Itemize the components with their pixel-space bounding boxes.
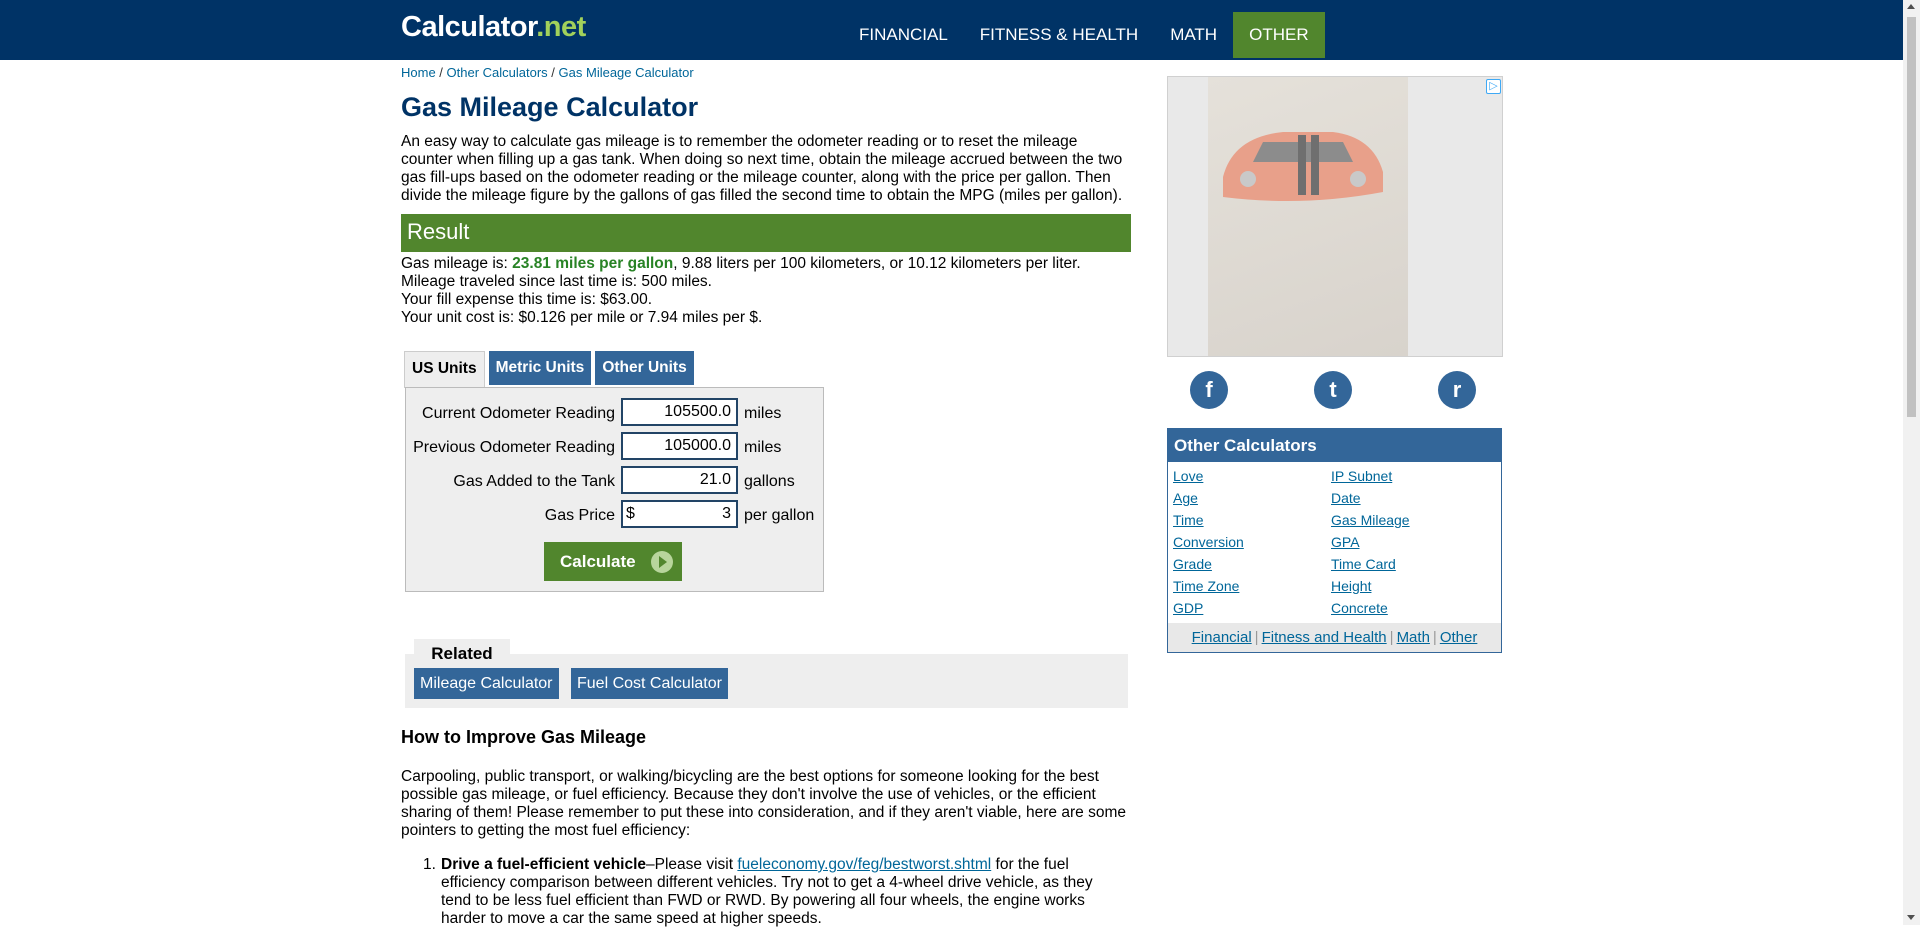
footer-link-financial[interactable]: Financial bbox=[1192, 629, 1252, 646]
advertisement[interactable]: ▷ bbox=[1167, 76, 1503, 357]
breadcrumb: Home / Other Calculators / Gas Mileage C… bbox=[401, 65, 1131, 80]
nav-fitness-health[interactable]: FITNESS & HEALTH bbox=[964, 12, 1154, 58]
current-odometer-label: Current Odometer Reading bbox=[422, 405, 615, 422]
result-line-distance: Mileage traveled since last time is: 500… bbox=[401, 273, 712, 290]
gas-added-label: Gas Added to the Tank bbox=[453, 473, 615, 490]
current-odometer-unit: miles bbox=[744, 405, 782, 422]
list-item-heading: Drive a fuel-efficient vehicle bbox=[441, 856, 647, 873]
oc-link-gas-mileage[interactable]: Gas Mileage bbox=[1331, 512, 1410, 528]
oc-link-time[interactable]: Time bbox=[1173, 512, 1204, 528]
oc-link-age[interactable]: Age bbox=[1173, 490, 1198, 506]
footer-separator: | bbox=[1432, 629, 1437, 646]
gas-added-unit: gallons bbox=[744, 473, 795, 490]
oc-link-gpa[interactable]: GPA bbox=[1331, 534, 1360, 550]
breadcrumb-other-calculators[interactable]: Other Calculators bbox=[447, 65, 548, 80]
dollar-prefix: $ bbox=[626, 505, 635, 522]
improve-intro: Carpooling, public transport, or walking… bbox=[401, 768, 1126, 839]
nav-math[interactable]: MATH bbox=[1154, 12, 1233, 58]
site-logo[interactable]: Calculator.net bbox=[401, 11, 586, 44]
oc-link-date[interactable]: Date bbox=[1331, 490, 1361, 506]
form-row-gas-added: Gas Added to the Tank 21.0 gallons bbox=[406, 465, 823, 499]
form-row-current: Current Odometer Reading 105500.0 miles bbox=[406, 397, 823, 431]
oc-link-grade[interactable]: Grade bbox=[1173, 556, 1212, 572]
fueleconomy-link[interactable]: fueleconomy.gov/feg/bestworst.shtml bbox=[737, 856, 991, 873]
unit-tabs: US Units Metric Units Other Units bbox=[404, 351, 698, 388]
oc-link-ip-subnet[interactable]: IP Subnet bbox=[1331, 468, 1392, 484]
result-line-unit-cost: Your unit cost is: $0.126 per mile or 7.… bbox=[401, 309, 763, 326]
page-scrollbar[interactable] bbox=[1903, 0, 1920, 925]
oc-link-conversion[interactable]: Conversion bbox=[1173, 534, 1244, 550]
nav-financial[interactable]: FINANCIAL bbox=[843, 12, 964, 58]
calculate-button[interactable]: Calculate bbox=[544, 542, 682, 581]
gas-price-value: 3 bbox=[722, 505, 731, 522]
main-nav: FINANCIAL FITNESS & HEALTH MATH OTHER bbox=[843, 12, 1325, 58]
adchoices-icon[interactable]: ▷ bbox=[1486, 79, 1501, 94]
result-body: Gas mileage is: 23.81 miles per gallon, … bbox=[401, 255, 1131, 327]
list-item: Drive a fuel-efficient vehicle–Please vi… bbox=[441, 856, 1093, 927]
other-calculators-footer: Financial | Fitness and Health | Math | Other bbox=[1168, 623, 1501, 652]
tab-metric-units[interactable]: Metric Units bbox=[488, 351, 592, 385]
oc-link-time-zone[interactable]: Time Zone bbox=[1173, 578, 1239, 594]
ad-car-image bbox=[1223, 132, 1383, 201]
oc-link-love[interactable]: Love bbox=[1173, 468, 1203, 484]
intro-paragraph: An easy way to calculate gas mileage is … bbox=[401, 133, 1123, 204]
scroll-up-arrow-icon[interactable] bbox=[1907, 4, 1915, 9]
form-row-previous: Previous Odometer Reading 105000.0 miles bbox=[406, 431, 823, 465]
list-number: 1. bbox=[423, 856, 436, 873]
oc-link-concrete[interactable]: Concrete bbox=[1331, 600, 1388, 616]
tab-us-units[interactable]: US Units bbox=[404, 351, 485, 388]
scroll-down-arrow-icon[interactable] bbox=[1907, 915, 1915, 920]
footer-link-fitness-health[interactable]: Fitness and Health bbox=[1262, 629, 1387, 646]
breadcrumb-home[interactable]: Home bbox=[401, 65, 436, 80]
related-fuel-cost-calculator[interactable]: Fuel Cost Calculator bbox=[571, 668, 728, 699]
related-mileage-calculator[interactable]: Mileage Calculator bbox=[414, 668, 559, 699]
oc-link-time-card[interactable]: Time Card bbox=[1331, 556, 1396, 572]
facebook-icon[interactable]: f bbox=[1190, 371, 1228, 409]
gas-price-label: Gas Price bbox=[544, 507, 615, 524]
gas-added-input[interactable]: 21.0 bbox=[621, 466, 738, 494]
page-title: Gas Mileage Calculator bbox=[401, 92, 699, 122]
scrollbar-thumb[interactable] bbox=[1907, 17, 1916, 417]
result-line-mileage: Gas mileage is: 23.81 miles per gallon, … bbox=[401, 255, 1081, 272]
breadcrumb-separator: / bbox=[547, 65, 559, 80]
main-content: Home / Other Calculators / Gas Mileage C… bbox=[401, 60, 1131, 327]
nav-other[interactable]: OTHER bbox=[1233, 12, 1325, 58]
breadcrumb-current[interactable]: Gas Mileage Calculator bbox=[559, 65, 694, 80]
improve-section-title: How to Improve Gas Mileage bbox=[401, 727, 647, 747]
footer-link-other[interactable]: Other bbox=[1440, 629, 1478, 646]
previous-odometer-unit: miles bbox=[744, 439, 782, 456]
oc-link-gdp[interactable]: GDP bbox=[1173, 600, 1203, 616]
result-header: Result bbox=[401, 214, 1131, 252]
related-title: Related bbox=[414, 639, 510, 665]
form-row-gas-price: Gas Price $3 per gallon bbox=[406, 499, 823, 533]
other-calculators-title: Other Calculators bbox=[1168, 429, 1501, 462]
result-line-expense: Your fill expense this time is: $63.00. bbox=[401, 291, 653, 308]
breadcrumb-separator: / bbox=[435, 65, 447, 80]
calculate-label: Calculate bbox=[560, 552, 636, 571]
footer-link-math[interactable]: Math bbox=[1397, 629, 1430, 646]
previous-odometer-label: Previous Odometer Reading bbox=[413, 439, 615, 456]
footer-separator: | bbox=[1254, 629, 1259, 646]
top-navigation-bar: Calculator.net FINANCIAL FITNESS & HEALT… bbox=[0, 0, 1903, 60]
reddit-icon[interactable]: r bbox=[1438, 371, 1476, 409]
gas-price-unit: per gallon bbox=[744, 507, 815, 524]
tab-other-units[interactable]: Other Units bbox=[595, 351, 694, 385]
current-odometer-input[interactable]: 105500.0 bbox=[621, 398, 738, 426]
footer-separator: | bbox=[1389, 629, 1394, 646]
previous-odometer-input[interactable]: 105000.0 bbox=[621, 432, 738, 460]
result-mpg-highlight: 23.81 miles per gallon bbox=[512, 255, 674, 272]
twitter-icon[interactable]: t bbox=[1314, 371, 1352, 409]
other-calculators-panel: Other Calculators Love Age Time Conversi… bbox=[1167, 428, 1502, 653]
oc-link-height[interactable]: Height bbox=[1331, 578, 1371, 594]
gas-price-input[interactable]: $3 bbox=[621, 500, 738, 528]
play-arrow-icon bbox=[651, 551, 673, 573]
related-box: Mileage Calculator Fuel Cost Calculator bbox=[405, 654, 1128, 708]
